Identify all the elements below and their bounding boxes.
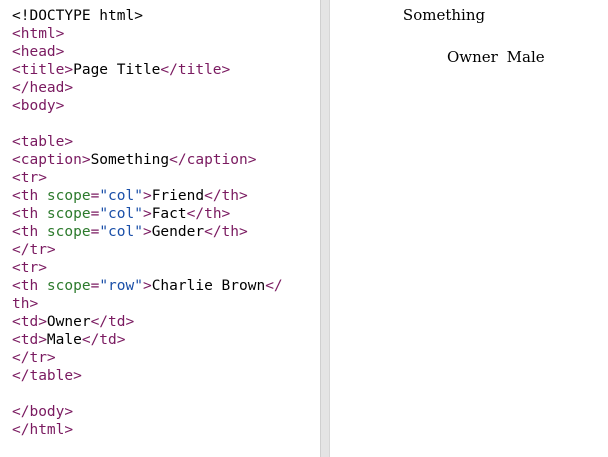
code-token: </table>	[12, 368, 82, 384]
code-token: Charlie Brown	[151, 278, 266, 294]
code-token: th>	[12, 296, 39, 312]
code-token: </body>	[12, 404, 74, 420]
code-token: <table>	[12, 134, 74, 150]
table-caption: Something	[402, 6, 486, 24]
code-token: </tr>	[12, 350, 56, 366]
code-token: >	[142, 188, 152, 204]
pane-splitter[interactable]	[320, 0, 330, 457]
code-token: </th>	[204, 224, 248, 240]
code-line: </html>	[12, 421, 283, 439]
code-token: <th	[12, 188, 47, 204]
code-token: scope	[46, 278, 91, 294]
code-token: scope	[46, 206, 91, 222]
code-token: Male	[46, 332, 82, 348]
code-token: <title>	[12, 62, 74, 78]
code-line: <td>Male</td>	[12, 331, 283, 349]
code-token: </title>	[160, 62, 231, 78]
code-token: </td>	[90, 314, 135, 330]
code-token: </th>	[204, 188, 248, 204]
code-token: "col"	[99, 188, 143, 204]
table-cell-owner: Owner	[447, 48, 498, 66]
code-line: </body>	[12, 403, 283, 421]
code-token: Page Title	[73, 62, 161, 78]
table-row: Owner Male	[447, 48, 545, 66]
code-token: <body>	[12, 98, 65, 114]
code-token: =	[90, 206, 100, 222]
code-line: <tr>	[12, 259, 283, 277]
code-token: "col"	[99, 206, 143, 222]
code-line: </head>	[12, 79, 283, 97]
code-line: <head>	[12, 43, 283, 61]
code-token: =	[90, 224, 100, 240]
code-token: Something	[90, 152, 170, 168]
code-token: Owner	[46, 314, 91, 330]
code-token: =	[90, 278, 100, 294]
code-token: </head>	[12, 80, 74, 96]
code-line: ​	[12, 115, 283, 133]
code-token: <td>	[12, 332, 47, 348]
code-text[interactable]: <!DOCTYPE html> <html> <head> <title>Page T…	[12, 7, 283, 439]
code-token: scope	[46, 188, 91, 204]
code-token: scope	[46, 224, 91, 240]
code-line: </tr>	[12, 241, 283, 259]
code-token: </tr>	[12, 242, 56, 258]
code-token: </html>	[12, 422, 74, 438]
code-token: Fact	[151, 206, 187, 222]
code-token: <td>	[12, 314, 47, 330]
code-token: <tr>	[12, 170, 47, 186]
code-line: <table>	[12, 133, 283, 151]
code-token: "col"	[99, 224, 143, 240]
code-token: <th	[12, 206, 47, 222]
code-token: </th>	[186, 206, 231, 222]
code-line: <body>	[12, 97, 283, 115]
code-line: <html>	[12, 25, 283, 43]
code-line: </table>	[12, 367, 283, 385]
table-cell-gender: Male	[506, 48, 545, 66]
code-token: <caption>	[12, 152, 91, 168]
code-line: <th scope="col">Gender</th>	[12, 223, 283, 241]
code-token: <tr>	[12, 260, 47, 276]
code-token: "row"	[99, 278, 143, 294]
code-line: </tr>	[12, 349, 283, 367]
code-token: <th	[12, 278, 47, 294]
code-line: <th scope="col">Friend</th>	[12, 187, 283, 205]
code-token: Gender	[151, 224, 205, 240]
code-token: </td>	[81, 332, 126, 348]
code-token: </	[265, 278, 283, 294]
code-line: <th scope="col">Fact</th>	[12, 205, 283, 223]
code-token: <!DOCTYPE html>	[12, 8, 143, 24]
code-line: <caption>Something</caption>	[12, 151, 283, 169]
render-preview: Something Owner Male	[330, 0, 608, 457]
code-line: ​	[12, 385, 283, 403]
code-line: <title>Page Title</title>	[12, 61, 283, 79]
code-line: <tr>	[12, 169, 283, 187]
code-line: <!DOCTYPE html>	[12, 7, 283, 25]
code-token: Friend	[151, 188, 205, 204]
code-token: >	[142, 224, 152, 240]
code-token: >	[142, 206, 152, 222]
code-token: <th	[12, 224, 47, 240]
code-line: <td>Owner</td>	[12, 313, 283, 331]
code-token: <head>	[12, 44, 65, 60]
code-line: <th scope="row">Charlie Brown</	[12, 277, 283, 295]
code-token: >	[142, 278, 152, 294]
code-token: =	[90, 188, 100, 204]
code-token: </caption>	[169, 152, 257, 168]
code-line: th>	[12, 295, 283, 313]
code-token: <html>	[12, 26, 65, 42]
code-editor[interactable]: <!DOCTYPE html> <html> <head> <title>Page T…	[0, 0, 320, 457]
